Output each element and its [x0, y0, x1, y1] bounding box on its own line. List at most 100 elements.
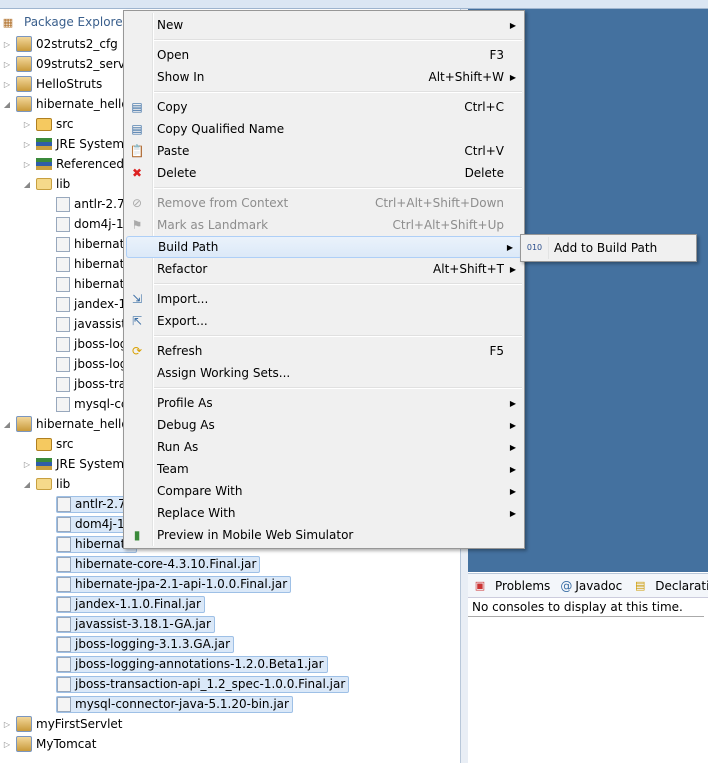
tree-item-content[interactable]: MyTomcat [16, 736, 96, 752]
tree-item[interactable]: jboss-logging-annotations-1.2.0.Beta1.ja… [42, 654, 328, 674]
tree-item[interactable]: hibernate [42, 254, 132, 274]
tree-item-content[interactable]: javassist- [56, 316, 130, 332]
tree-item-content[interactable]: antlr-2.7. [56, 495, 134, 513]
tree-item[interactable]: jboss-log [42, 354, 127, 374]
tree-item[interactable]: jboss-log [42, 334, 127, 354]
tree-item-content[interactable]: src [36, 437, 74, 451]
collapsed-twisty-icon[interactable]: ▷ [2, 80, 12, 89]
menu-item-debug-as[interactable]: Debug As ▶ [124, 414, 524, 436]
tree-item[interactable]: ▷ HelloStruts [2, 74, 102, 94]
collapsed-twisty-icon[interactable]: ▷ [2, 740, 12, 749]
tab-declaration[interactable]: ▤ Declaration [632, 578, 708, 594]
tree-item[interactable]: hibernate-jpa-2.1-api-1.0.0.Final.jar [42, 574, 292, 594]
tree-item-content[interactable]: javassist-3.18.1-GA.jar [56, 615, 215, 633]
tree-item-content[interactable]: Referenced [36, 157, 124, 171]
tree-item[interactable]: ▷ 02struts2_cfg [2, 34, 118, 54]
submenu-item-add-to-build-path[interactable]: 010 Add to Build Path [520, 234, 697, 262]
tree-item[interactable]: jandex-1.1.0.Final.jar [42, 594, 205, 614]
tree-item-content[interactable]: jboss-log [56, 336, 127, 352]
menu-item-open[interactable]: Open F3 [124, 44, 524, 66]
tree-item-content[interactable]: dom4j-1 [56, 515, 129, 533]
tree-item[interactable]: jandex-1 [42, 294, 126, 314]
tree-item-content[interactable]: hibernate_hello [16, 416, 129, 432]
menu-item-replace-with[interactable]: Replace With ▶ [124, 502, 524, 524]
tab-javadoc[interactable]: @ Javadoc [560, 579, 622, 593]
tree-item[interactable]: ▷ MyTomcat [2, 734, 96, 754]
menu-item-copy-qualified-name[interactable]: ▤ Copy Qualified Name [124, 118, 524, 140]
tree-item-content[interactable]: jboss-logging-annotations-1.2.0.Beta1.ja… [56, 655, 328, 673]
expanded-twisty-icon[interactable]: ◢ [2, 420, 12, 429]
collapsed-twisty-icon[interactable]: ▷ [2, 40, 12, 49]
tree-item[interactable]: ◢ lib [22, 174, 70, 194]
tree-item[interactable]: dom4j-1 [42, 514, 129, 534]
tree-item[interactable]: ◢ lib [22, 474, 70, 494]
tree-item-content[interactable]: 09struts2_servle [16, 56, 136, 72]
tree-item-content[interactable]: mysql-connector-java-5.1.20-bin.jar [56, 695, 293, 713]
tree-item-content[interactable]: jboss-transaction-api_1.2_spec-1.0.0.Fin… [56, 675, 350, 693]
tree-item-content[interactable]: lib [36, 177, 70, 191]
tree-item[interactable]: hibernate-core-4.3.10.Final.jar [42, 554, 261, 574]
menu-item-refactor[interactable]: Refactor Alt+Shift+T ▶ [124, 258, 524, 280]
tree-item[interactable]: ▷ myFirstServlet [2, 714, 123, 734]
tree-item-content[interactable]: antlr-2.7. [56, 196, 128, 212]
tree-item[interactable]: hibernate [42, 234, 132, 254]
tree-item[interactable]: ◢ hibernate_hello [2, 414, 129, 434]
tree-item[interactable]: mysql-cc [42, 394, 128, 414]
tree-item-content[interactable]: dom4j-1 [56, 216, 124, 232]
tree-item[interactable]: javassist-3.18.1-GA.jar [42, 614, 215, 634]
menu-item-copy[interactable]: ▤ Copy Ctrl+C [124, 96, 524, 118]
tree-item-content[interactable]: jboss-logging-3.1.3.GA.jar [56, 635, 235, 653]
tree-item[interactable]: mysql-connector-java-5.1.20-bin.jar [42, 694, 293, 714]
expanded-twisty-icon[interactable]: ◢ [2, 100, 12, 109]
menu-item-preview-in-mobile-web-simulator[interactable]: ▮ Preview in Mobile Web Simulator [124, 524, 524, 546]
tree-item[interactable]: ◢ hibernate_hello [2, 94, 129, 114]
menu-item-show-in[interactable]: Show In Alt+Shift+W ▶ [124, 66, 524, 88]
collapsed-twisty-icon[interactable]: ▷ [2, 720, 12, 729]
menu-item-assign-working-sets[interactable]: Assign Working Sets... [124, 362, 524, 384]
tree-item[interactable]: ▷ src [22, 114, 74, 134]
menu-item-profile-as[interactable]: Profile As ▶ [124, 392, 524, 414]
tree-item[interactable]: antlr-2.7. [42, 194, 128, 214]
tree-item[interactable]: jboss-tra [42, 374, 126, 394]
tree-item-content[interactable]: HelloStruts [16, 76, 102, 92]
collapsed-twisty-icon[interactable]: ▷ [22, 160, 32, 169]
expanded-twisty-icon[interactable]: ◢ [22, 480, 32, 489]
tree-item[interactable]: ▷ JRE System [22, 454, 124, 474]
tree-item[interactable]: javassist- [42, 314, 130, 334]
tree-item[interactable]: hibernate [42, 274, 132, 294]
collapsed-twisty-icon[interactable]: ▷ [2, 60, 12, 69]
tree-item-content[interactable]: myFirstServlet [16, 716, 123, 732]
tree-item[interactable]: ▷ JRE System [22, 134, 124, 154]
tree-item-content[interactable]: mysql-cc [56, 396, 128, 412]
tree-item-content[interactable]: JRE System [36, 457, 124, 471]
tree-item-content[interactable]: JRE System [36, 137, 124, 151]
tree-item-content[interactable]: jandex-1 [56, 296, 126, 312]
tree-item-content[interactable]: hibernate [56, 256, 132, 272]
menu-item-delete[interactable]: ✖ Delete Delete [124, 162, 524, 184]
menu-item-paste[interactable]: 📋 Paste Ctrl+V [124, 140, 524, 162]
menu-item-refresh[interactable]: ⟳ Refresh F5 [124, 340, 524, 362]
menu-item-run-as[interactable]: Run As ▶ [124, 436, 524, 458]
tree-item[interactable]: jboss-logging-3.1.3.GA.jar [42, 634, 235, 654]
tree-item-content[interactable]: jboss-tra [56, 376, 126, 392]
collapsed-twisty-icon[interactable]: ▷ [22, 460, 32, 469]
tree-item[interactable]: ▷ Referenced [22, 154, 124, 174]
menu-item-team[interactable]: Team ▶ [124, 458, 524, 480]
tree-item-content[interactable]: jandex-1.1.0.Final.jar [56, 595, 205, 613]
tree-item-content[interactable]: lib [36, 477, 70, 491]
collapsed-twisty-icon[interactable]: ▷ [22, 140, 32, 149]
tree-item-content[interactable]: hibernate [56, 276, 132, 292]
tree-item-content[interactable]: hibernate-jpa-2.1-api-1.0.0.Final.jar [56, 575, 292, 593]
tree-item[interactable]: src [22, 434, 74, 454]
tree-item[interactable]: dom4j-1 [42, 214, 124, 234]
menu-item-export[interactable]: ⇱ Export... [124, 310, 524, 332]
tab-problems[interactable]: ▣ Problems [472, 578, 551, 594]
tree-item[interactable]: ▷ 09struts2_servle [2, 54, 136, 74]
menu-item-build-path[interactable]: Build Path ▶ [126, 236, 522, 258]
menu-item-compare-with[interactable]: Compare With ▶ [124, 480, 524, 502]
menu-item-new[interactable]: New ▶ [124, 14, 524, 36]
collapsed-twisty-icon[interactable]: ▷ [22, 120, 32, 129]
tree-item-content[interactable]: hibernate-core-4.3.10.Final.jar [56, 555, 261, 573]
tree-item-content[interactable]: jboss-log [56, 356, 127, 372]
tree-item[interactable]: antlr-2.7. [42, 494, 134, 514]
